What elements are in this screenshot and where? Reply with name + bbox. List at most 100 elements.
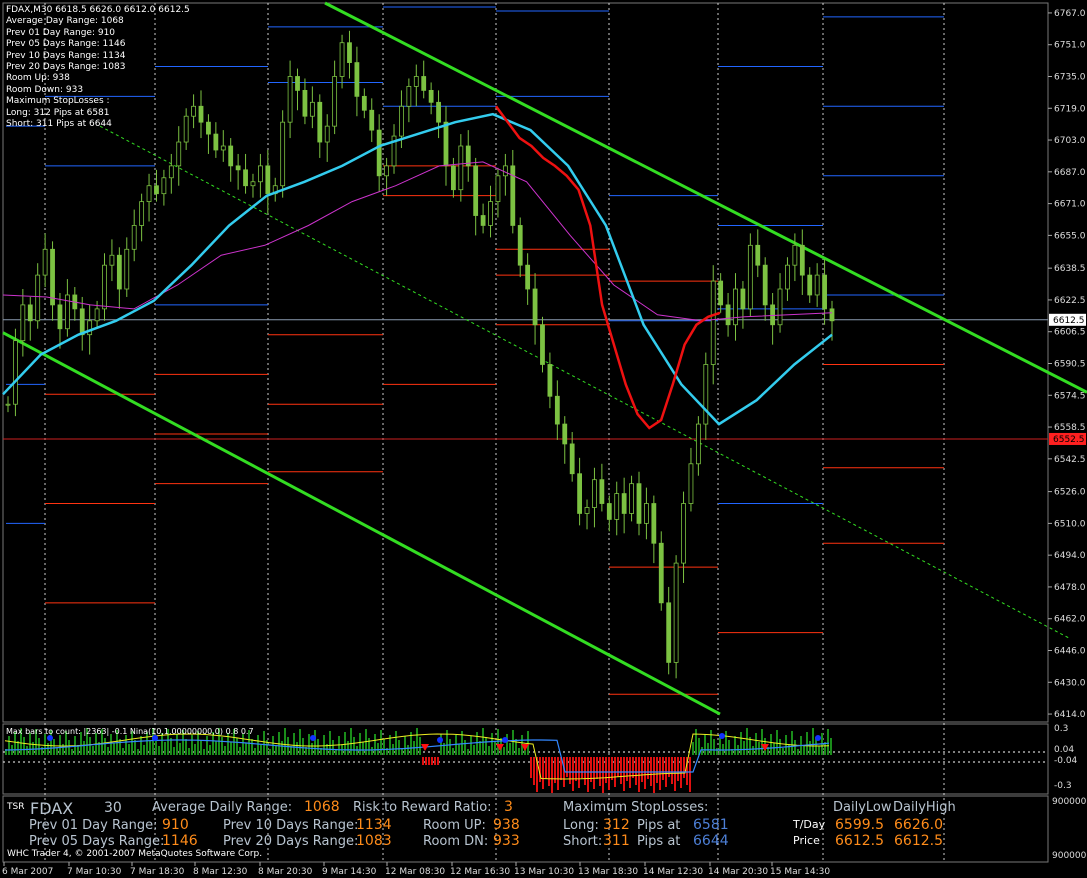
- candle-body: [458, 145, 464, 191]
- histogram-bar: [728, 740, 730, 755]
- candle-body: [740, 288, 746, 310]
- histogram-bar: [791, 731, 793, 755]
- candle-body: [131, 225, 137, 250]
- histogram-bar: [53, 739, 55, 755]
- histogram-bar: [677, 757, 679, 781]
- time-tick-label: 14 Mar 20:30: [708, 867, 768, 877]
- candle-body: [243, 169, 248, 187]
- histogram-bar: [458, 744, 460, 755]
- histogram-bar: [506, 734, 508, 755]
- candle-body: [347, 42, 352, 63]
- histogram-bar: [308, 734, 310, 755]
- time-tick-label: 8 Mar 12:30: [193, 867, 248, 877]
- histogram-bar: [38, 738, 40, 755]
- histogram-bar: [26, 746, 28, 755]
- histogram-bar: [329, 731, 331, 755]
- histogram-bar: [746, 728, 748, 755]
- tday-low: 6599.5: [835, 817, 884, 833]
- histogram-bar: [584, 757, 586, 785]
- room-dn-value: 933: [493, 833, 520, 849]
- candle-body: [473, 165, 479, 216]
- histogram-bar: [635, 757, 637, 785]
- histogram-bar: [806, 732, 808, 755]
- histogram-bar: [47, 743, 49, 755]
- candle-body: [124, 248, 130, 290]
- candle-body: [554, 395, 560, 425]
- histogram-bar: [542, 757, 544, 789]
- histogram-bar: [143, 745, 145, 755]
- histogram-bar: [755, 733, 757, 755]
- channel-upper: [324, 1, 1087, 394]
- time-tick-label: 8 Mar 20:30: [258, 867, 313, 877]
- stat-line: Maximum StopLosses :: [6, 96, 110, 107]
- candle-body: [569, 443, 575, 475]
- histogram-bar: [110, 734, 112, 755]
- candle-body: [109, 254, 115, 266]
- histogram-bar: [671, 757, 673, 784]
- histogram-bar: [206, 736, 208, 755]
- candle-body: [5, 403, 11, 406]
- candle-body: [681, 503, 686, 564]
- candle-body: [361, 95, 367, 111]
- price-tick-label: 6478.0: [1054, 583, 1086, 593]
- candle-body: [213, 133, 219, 151]
- candle-body: [339, 42, 345, 77]
- candle-body: [139, 201, 145, 226]
- histogram-bar: [788, 744, 790, 755]
- histogram-bar: [371, 747, 373, 755]
- histogram-bar: [692, 742, 694, 755]
- price-low: 6612.5: [835, 833, 884, 849]
- stat-line: Prev 05 Days Range: 1146: [6, 39, 126, 50]
- candle-body: [13, 340, 18, 405]
- candle-body: [287, 76, 293, 123]
- histogram-bar: [296, 742, 298, 755]
- candle-body: [94, 308, 100, 322]
- histogram-bar: [551, 757, 553, 793]
- histogram-bar: [434, 757, 436, 765]
- histogram-bar: [602, 757, 604, 793]
- histogram-bar: [221, 737, 223, 755]
- prev01-label: Prev 01 Day Range:: [29, 818, 158, 833]
- histogram-bar: [314, 730, 316, 755]
- candle-body: [428, 89, 434, 103]
- histogram-bar: [752, 746, 754, 755]
- candle-body: [406, 86, 412, 107]
- histogram-bar: [422, 757, 424, 765]
- candle-body: [755, 244, 761, 266]
- candle-body: [814, 274, 820, 296]
- candle-body: [599, 479, 605, 504]
- stat-line: Long: 312 Pips at 6581: [6, 107, 110, 118]
- histogram-bar: [620, 757, 622, 784]
- candle-body: [302, 89, 308, 117]
- candle-body: [480, 215, 486, 226]
- candle-body: [785, 264, 790, 290]
- short-pips-at: Pips at: [637, 834, 681, 849]
- candle-body: [525, 264, 531, 290]
- histogram-bar: [593, 757, 595, 789]
- candle-body: [770, 304, 776, 326]
- histogram-bar: [668, 757, 670, 777]
- histogram-bar: [8, 736, 10, 755]
- histogram-bar: [419, 737, 421, 755]
- histogram-bar: [107, 747, 109, 755]
- daily-high-label: DailyHigh: [893, 800, 956, 815]
- price-tick-label: 6638.5: [1054, 264, 1086, 274]
- stat-line: Room Down: 933: [6, 84, 84, 95]
- histogram-bar: [317, 739, 319, 755]
- histogram-bar: [230, 742, 232, 755]
- histogram-bar: [707, 743, 709, 755]
- channel-lower: [2, 331, 721, 716]
- histogram-bar: [23, 737, 25, 755]
- candle-body: [725, 304, 731, 326]
- histogram-bar: [263, 731, 265, 755]
- histogram-bar: [215, 741, 217, 755]
- candle-body: [154, 185, 159, 195]
- histogram-bar: [608, 757, 610, 790]
- histogram-bar: [299, 729, 301, 755]
- histogram-bar: [587, 757, 589, 792]
- price-tick-label: 6494.0: [1054, 551, 1086, 561]
- histogram-bar: [137, 749, 139, 755]
- candle-body: [50, 248, 55, 306]
- candle-body: [436, 101, 441, 123]
- candle-body: [235, 165, 241, 171]
